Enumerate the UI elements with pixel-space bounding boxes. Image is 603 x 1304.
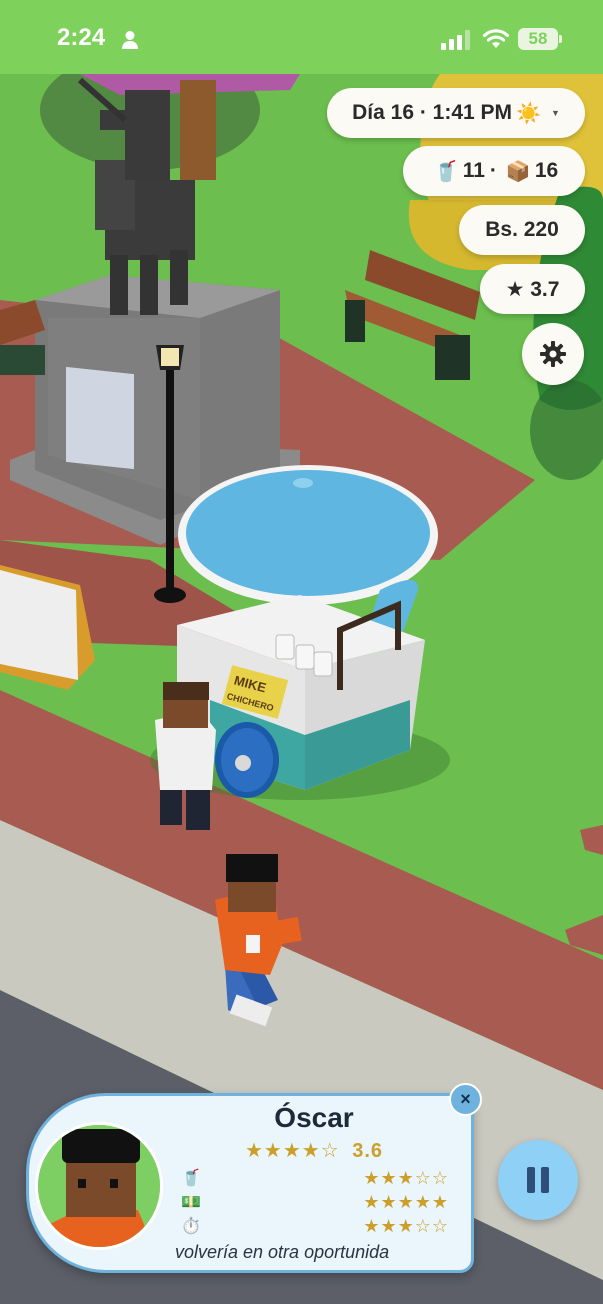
overall-score: 3.6 [352, 1140, 384, 1162]
box-icon: 📦 [505, 160, 531, 183]
stock-separator: · [489, 159, 497, 182]
wifi-icon [482, 29, 510, 48]
status-time: 2:24 [57, 24, 106, 51]
stock-pill[interactable]: 🥤 11 · 📦 16 [403, 146, 585, 196]
battery-level: 58 [528, 29, 548, 48]
pause-icon-bar-left [527, 1167, 535, 1193]
battery-icon: 58 [518, 28, 562, 50]
money-pill[interactable]: Bs. 220 [459, 205, 585, 255]
status-bar: 2:24 58 [0, 0, 603, 74]
stopwatch-icon: ⏱️ [181, 1218, 201, 1235]
rating-row-price: 💵 ★★★★★ [179, 1192, 449, 1216]
overall-stars: ★★★★☆ [244, 1140, 340, 1162]
customer-name: Óscar [274, 1102, 354, 1133]
person-icon [122, 31, 138, 49]
customer-comment: volvería en otra oportunida [175, 1242, 390, 1262]
boxes-count: 16 [534, 159, 559, 182]
sun-icon: ☀️ [516, 102, 541, 125]
drink-cup-icon: 🥤 [181, 1170, 201, 1187]
money-icon: 💵 [181, 1194, 201, 1211]
customer-overall-rating: ★★★★☆ 3.6 [179, 1138, 449, 1163]
customer-review-card[interactable]: Óscar ★★★★☆ 3.6 🥤 ★★★☆☆ 💵 ★★★★★ ⏱️ ★★★☆☆… [26, 1093, 474, 1273]
rating-pill[interactable]: ★ 3.7 [480, 264, 585, 314]
price-stars: ★★★★★ [363, 1192, 449, 1212]
rating-value: ★ 3.7 [505, 277, 560, 301]
chevron-down-icon: ▼ [550, 108, 560, 118]
customer-avatar [35, 1122, 163, 1250]
close-card-button[interactable]: × [449, 1083, 482, 1116]
pause-button[interactable] [498, 1140, 578, 1220]
wait-stars: ★★★☆☆ [363, 1216, 449, 1236]
cellular-signal-icon [441, 30, 470, 50]
drink-stars: ★★★☆☆ [363, 1168, 449, 1188]
money-amount: Bs. 220 [485, 218, 559, 241]
rating-row-drink: 🥤 ★★★☆☆ [179, 1168, 449, 1192]
drinks-count: 11 [462, 159, 485, 182]
settings-button[interactable] [522, 323, 584, 385]
pause-icon-bar-right [541, 1167, 549, 1193]
drink-cup-icon: 🥤 [433, 160, 459, 183]
day-time-label: Día 16 · 1:41 PM [352, 101, 513, 124]
battery-tip [559, 35, 562, 43]
rating-row-wait: ⏱️ ★★★☆☆ [179, 1216, 449, 1240]
gear-icon [540, 341, 566, 367]
customer-portrait [38, 1125, 160, 1247]
day-time-pill[interactable]: Día 16 · 1:41 PM ☀️ ▼ [327, 88, 585, 138]
